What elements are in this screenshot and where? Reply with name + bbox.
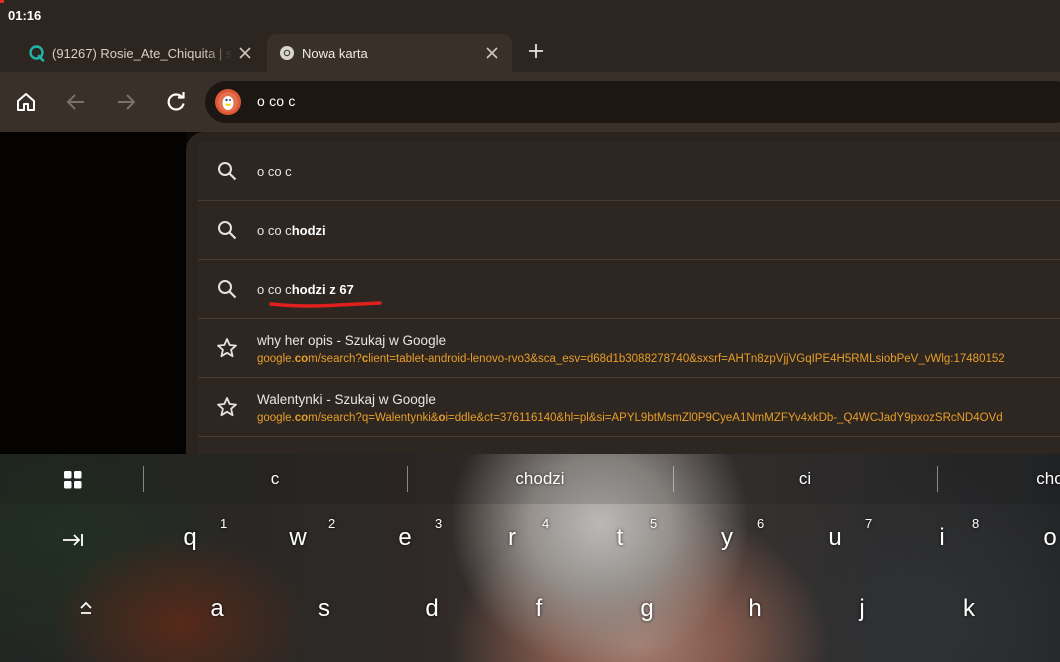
suggestion-title: why her opis - Szukaj w Google (257, 333, 447, 348)
star-icon (217, 397, 237, 417)
key-hint: 2 (328, 516, 336, 531)
candidate-bar: c chodzi ci cho (0, 454, 1060, 504)
omnibox-input[interactable]: o co c (257, 93, 296, 109)
plus-icon (529, 44, 543, 58)
quora-q-icon (28, 44, 46, 62)
search-icon (218, 162, 237, 181)
arrow-back-icon (66, 94, 84, 110)
key-w[interactable]: w (289, 524, 306, 552)
key-s[interactable]: s (318, 595, 330, 623)
star-icon (217, 338, 237, 358)
on-screen-keyboard: c chodzi ci cho q 1 w 2 e 3 r 4 t 5 y 6 u 7 i 8 o a s d f g h… (0, 454, 1060, 662)
key-a[interactable]: a (210, 595, 223, 623)
key-j[interactable]: j (859, 595, 864, 623)
key-t[interactable]: t (617, 524, 624, 552)
suggestion-url: google.com/search?client=tablet-android-… (257, 353, 1005, 365)
suggestion-title: Walentynki - Szukaj w Google (257, 392, 436, 407)
suggestion-item[interactable]: o co chodzi (198, 201, 1060, 260)
clock: 01:16 (8, 8, 42, 23)
tab-strip: (91267) Rosie_Ate_Chiquita | sam Nowa ka… (0, 32, 1060, 72)
tab-new-tab[interactable]: Nowa karta (267, 34, 512, 72)
key-d[interactable]: d (425, 595, 438, 623)
candidate-word[interactable]: c (271, 469, 280, 489)
suggestion-text: o co chodzi (257, 223, 326, 238)
close-icon[interactable] (233, 41, 257, 65)
candidate-word[interactable]: cho (1036, 469, 1060, 489)
key-u[interactable]: u (828, 524, 841, 552)
key-e[interactable]: e (398, 524, 411, 552)
suggestion-text: o co chodzi z 67 (257, 282, 354, 297)
omnibox[interactable]: o co c (205, 81, 1060, 123)
key-hint: 8 (972, 516, 980, 531)
toolbar: o co c (0, 72, 1060, 132)
key-h[interactable]: h (748, 595, 761, 623)
page-background (0, 132, 186, 454)
search-icon (218, 221, 237, 240)
key-hint: 4 (542, 516, 550, 531)
key-k[interactable]: k (963, 595, 975, 623)
home-button[interactable] (10, 86, 42, 118)
suggestion-url: google.com/search?q=Walentynki&oi=ddle&c… (257, 412, 1003, 424)
key-hint: 7 (865, 516, 873, 531)
back-button[interactable] (60, 86, 92, 118)
shift-icon[interactable] (78, 600, 94, 616)
tab-title: Nowa karta (302, 45, 368, 61)
tab-title: (91267) Rosie_Ate_Chiquita | sam (52, 45, 233, 61)
key-o[interactable]: o (1043, 524, 1056, 552)
duckduckgo-icon[interactable] (215, 89, 241, 115)
red-underline-annotation (269, 301, 382, 308)
key-y[interactable]: y (721, 524, 733, 552)
suggestion-item[interactable]: o co c (198, 142, 1060, 201)
key-q[interactable]: q (183, 524, 196, 552)
key-hint: 3 (435, 516, 443, 531)
notification-dot (0, 0, 4, 3)
arrow-forward-icon (118, 94, 136, 110)
chrome-icon (278, 44, 296, 62)
candidate-word[interactable]: chodzi (515, 469, 564, 489)
suggestion-item[interactable]: why her opis - Szukaj w Google google.co… (198, 319, 1060, 378)
search-icon (218, 280, 237, 299)
status-bar: 01:16 (0, 0, 1060, 32)
suggestion-item[interactable]: Walentynki - Szukaj w Google google.com/… (198, 378, 1060, 437)
reload-button[interactable] (160, 86, 192, 118)
key-r[interactable]: r (508, 524, 516, 552)
apps-grid-icon[interactable] (64, 471, 82, 489)
home-icon (17, 93, 35, 111)
key-hint: 6 (757, 516, 765, 531)
suggestion-text: o co c (257, 164, 292, 179)
suggestions-dropdown: o co c o co chodzi o co chodzi z 67 why … (186, 132, 1060, 454)
key-f[interactable]: f (536, 595, 543, 623)
reload-icon (167, 92, 185, 111)
key-hint: 1 (220, 516, 228, 531)
suggestion-item[interactable] (198, 437, 1060, 454)
forward-button[interactable] (110, 86, 142, 118)
tab-key-icon[interactable] (62, 532, 84, 548)
candidate-word[interactable]: ci (799, 469, 811, 489)
key-hint: 5 (650, 516, 658, 531)
tab-quora[interactable]: (91267) Rosie_Ate_Chiquita | sam (0, 34, 265, 72)
new-tab-button[interactable] (522, 37, 550, 65)
key-i[interactable]: i (939, 524, 944, 552)
key-g[interactable]: g (640, 595, 653, 623)
close-icon[interactable] (480, 41, 504, 65)
